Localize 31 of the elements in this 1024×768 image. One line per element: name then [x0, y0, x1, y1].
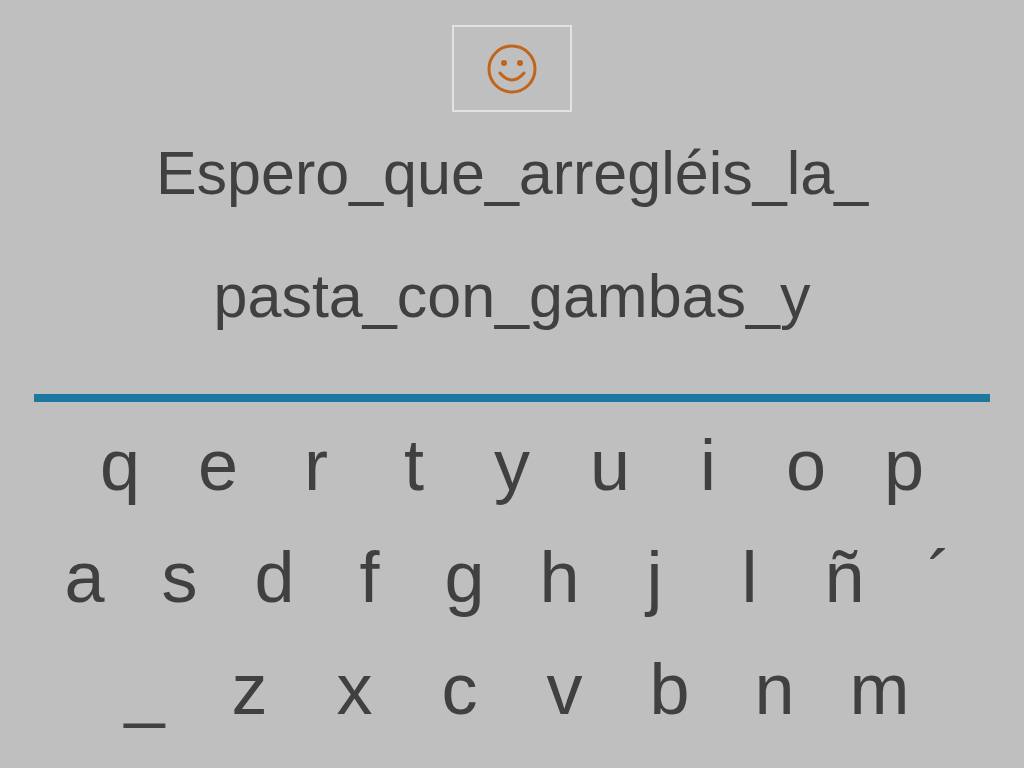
smiley-button[interactable]: [452, 25, 572, 112]
letter-key[interactable]: v: [512, 650, 617, 730]
letter-key[interactable]: s: [132, 538, 227, 618]
letter-key[interactable]: a: [37, 538, 132, 618]
sentence-text: pasta_con_gambas_y: [213, 261, 811, 332]
letter-key[interactable]: m: [827, 650, 932, 730]
letter-key[interactable]: u: [561, 426, 659, 506]
letter-key[interactable]: ñ: [797, 538, 892, 618]
letter-key[interactable]: n: [722, 650, 827, 730]
smiley-icon: [486, 42, 538, 95]
letter-key[interactable]: j: [607, 538, 702, 618]
letter-key[interactable]: z: [197, 650, 302, 730]
letter-key[interactable]: p: [855, 426, 953, 506]
letter-key[interactable]: b: [617, 650, 722, 730]
letter-key[interactable]: d: [227, 538, 322, 618]
letter-key[interactable]: r: [267, 426, 365, 506]
letter-key[interactable]: f: [322, 538, 417, 618]
sentence-text: Espero_que_arregléis_la_: [155, 138, 869, 209]
letter-key[interactable]: i: [659, 426, 757, 506]
letter-key[interactable]: g: [417, 538, 512, 618]
letter-key[interactable]: e: [169, 426, 267, 506]
letter-key[interactable]: o: [757, 426, 855, 506]
letter-key[interactable]: q: [71, 426, 169, 506]
letter-key[interactable]: y: [463, 426, 561, 506]
letter-key[interactable]: h: [512, 538, 607, 618]
letter-key[interactable]: x: [302, 650, 407, 730]
letter-key[interactable]: _: [92, 650, 197, 730]
letter-key[interactable]: c: [407, 650, 512, 730]
letter-key[interactable]: t: [365, 426, 463, 506]
letter-key[interactable]: ´: [892, 538, 987, 618]
letter-key[interactable]: l: [702, 538, 797, 618]
